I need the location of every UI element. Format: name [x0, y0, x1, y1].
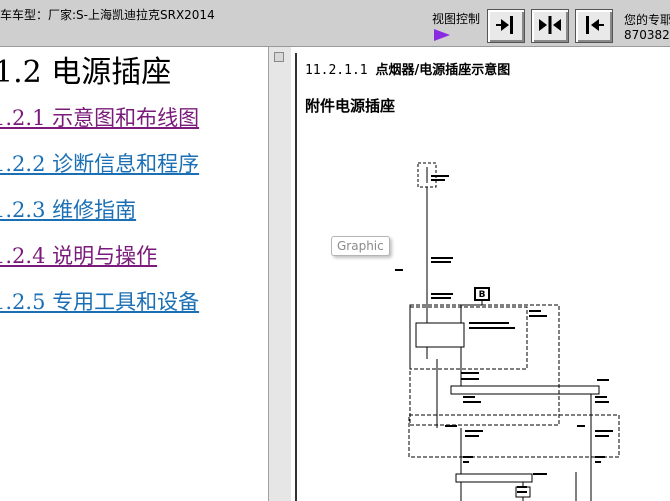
- toc-link-schematic[interactable]: 1.2.1 示意图和布线图: [0, 102, 199, 132]
- document-heading: 11.2.1.1 点烟器/电源插座示意图: [305, 59, 510, 78]
- vehicle-model-label: 车车型：厂家:S-上海凯迪拉克SRX2014: [0, 8, 215, 22]
- splitter-grip[interactable]: [274, 52, 284, 62]
- split-view-button[interactable]: [531, 9, 569, 43]
- expand-left-icon: [586, 16, 604, 34]
- expand-left-button[interactable]: [575, 9, 613, 43]
- view-control-label: 视图控制: [432, 12, 481, 26]
- connector-strip: [455, 473, 533, 483]
- heading-number: 11.2.1.1: [305, 63, 368, 78]
- toc-pane: 1.2 电源插座 1.2.1 示意图和布线图 1.2.2 诊断信息和程序 1.2…: [0, 47, 268, 501]
- toc-link-diagnostics[interactable]: 1.2.2 诊断信息和程序: [0, 148, 199, 178]
- toc-link-repair[interactable]: 1.2.3 维修指南: [0, 194, 136, 224]
- heading-text: 点烟器/电源插座示意图: [375, 63, 511, 78]
- toc-link-special-tools[interactable]: 1.2.5 专用工具和设备: [0, 286, 199, 316]
- pane-splitter[interactable]: [268, 47, 292, 501]
- relay-module: [409, 306, 528, 370]
- graphic-tooltip: Graphic: [331, 236, 390, 256]
- document-pane: 11.2.1.1 点烟器/电源插座示意图 附件电源插座 B: [291, 47, 670, 501]
- expand-right-button[interactable]: [487, 9, 525, 43]
- play-arrow-icon: [433, 27, 451, 46]
- document-subtitle: 附件电源插座: [305, 97, 396, 115]
- user-info: 您的专耶 87038201: [624, 13, 670, 43]
- toc-link-description[interactable]: 1.2.4 说明与操作: [0, 240, 157, 270]
- bus-bar: [450, 385, 600, 395]
- wiring-diagram[interactable]: B: [291, 127, 670, 501]
- section-title: 1.2 电源插座: [0, 55, 172, 90]
- ground-label: B: [479, 290, 486, 300]
- expand-right-icon: [496, 16, 513, 34]
- user-info-line1: 您的专耶: [624, 13, 670, 27]
- user-info-line2: 87038201: [624, 28, 670, 42]
- top-toolbar: 车车型：厂家:S-上海凯迪拉克SRX2014 视图控制 您的专耶 8703820…: [0, 0, 670, 47]
- relay-coil: [415, 322, 465, 348]
- split-view-icon: [539, 16, 561, 34]
